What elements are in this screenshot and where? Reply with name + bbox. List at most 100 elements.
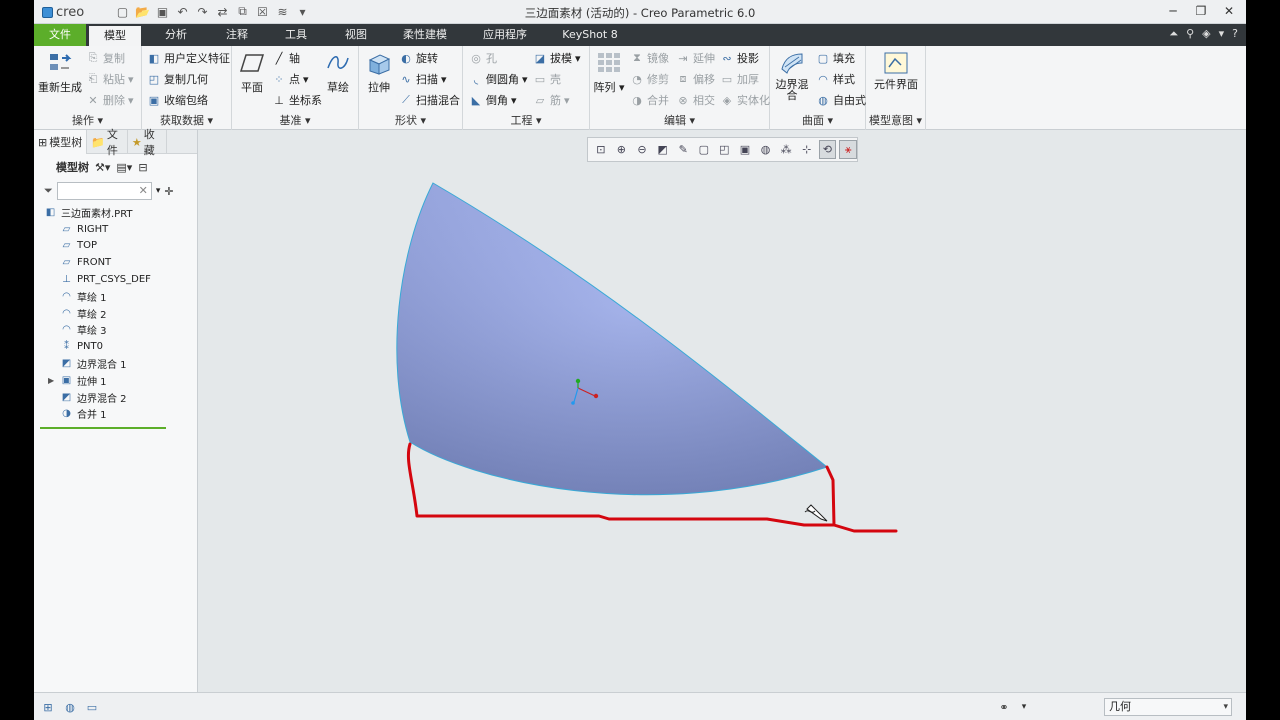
tree-item[interactable]: ⊥ PRT_CSYS_DEF — [34, 271, 197, 288]
intersect-button[interactable]: ⊗ 相交 — [676, 91, 715, 109]
tree-item[interactable]: ▱ FRONT — [34, 254, 197, 271]
tab-flexible-modeling[interactable]: 柔性建模 — [390, 24, 460, 46]
tree-item[interactable]: ◑ 合并 1 — [34, 406, 197, 423]
search-dropdown-icon[interactable]: ▾ — [156, 186, 161, 196]
repaint-icon[interactable]: ◩ — [654, 140, 672, 159]
tab-folder-browser[interactable]: 📁 文件 — [87, 128, 128, 157]
csys-button[interactable]: ⊥ 坐标系 — [272, 91, 322, 109]
tab-keyshot[interactable]: KeyShot 8 — [554, 24, 626, 46]
minimize-icon[interactable]: ─ — [1162, 2, 1184, 20]
show-navigator-icon[interactable]: ⊞ — [40, 699, 56, 715]
dropdown-icon[interactable]: ▾ — [1219, 27, 1225, 41]
pattern-button[interactable]: 阵列 ▾ — [592, 50, 626, 95]
settings-icon[interactable]: ◈ — [1202, 27, 1210, 41]
annotation-display-icon[interactable]: ⊹ — [798, 140, 816, 159]
refit-icon[interactable]: ⊡ — [592, 140, 610, 159]
sweep-button[interactable]: ∿ 扫描 ▾ — [399, 70, 446, 88]
selection-filter-select[interactable]: 几何 ▾ — [1104, 698, 1232, 716]
browser-icon[interactable]: ◍ — [62, 699, 78, 715]
tree-item[interactable]: ▶ ▣ 拉伸 1 — [34, 372, 197, 389]
tree-search-input[interactable]: ✕ — [56, 182, 152, 200]
tree-columns-icon[interactable]: ▤▾ — [116, 161, 132, 174]
graphics-window[interactable] — [199, 130, 1246, 692]
swept-blend-button[interactable]: ⟋ 扫描混合 — [399, 91, 460, 109]
tree-item[interactable]: ▱ RIGHT — [34, 221, 197, 238]
tab-analysis[interactable]: 分析 — [147, 24, 205, 46]
zoom-out-icon[interactable]: ⊖ — [633, 140, 651, 159]
tree-item[interactable]: ◠ 草绘 2 — [34, 305, 197, 322]
paste-button[interactable]: ⎗ 粘贴 ▾ — [86, 70, 134, 88]
zoom-in-icon[interactable]: ⊕ — [613, 140, 631, 159]
shrinkwrap-button[interactable]: ▣ 收缩包络 — [147, 91, 208, 109]
perspective-icon[interactable]: ▣ — [736, 140, 754, 159]
boundary-blend-surface[interactable] — [396, 182, 829, 496]
extrude-button[interactable]: 拉伸 — [363, 50, 395, 95]
tab-tools[interactable]: 工具 — [267, 24, 325, 46]
clear-search-icon[interactable]: ✕ — [139, 184, 148, 197]
expand-arrow-icon[interactable]: ▶ — [48, 376, 56, 385]
group-datum-label[interactable]: 基准 ▾ — [232, 112, 358, 128]
csys-display-icon[interactable]: ⚹ — [839, 140, 857, 159]
trim-button[interactable]: ◔ 修剪 — [630, 70, 669, 88]
display-style-icon[interactable]: ◍ — [757, 140, 775, 159]
round-button[interactable]: ◟ 倒圆角 ▾ — [469, 70, 528, 88]
tree-item[interactable]: ◧ 三边面素材.PRT — [34, 204, 197, 221]
tree-insert-marker[interactable] — [40, 427, 166, 430]
delete-button[interactable]: ✕ 删除 ▾ — [86, 91, 133, 109]
offset-button[interactable]: ⧈ 偏移 — [676, 70, 716, 88]
rib-button[interactable]: ▱ 筋 ▾ — [533, 91, 570, 109]
saved-views-icon[interactable]: ▢ — [695, 140, 713, 159]
reorient-icon[interactable]: ✎ — [674, 140, 692, 159]
mirror-button[interactable]: ⧗ 镜像 — [630, 49, 669, 67]
group-surfaces-label[interactable]: 曲面 ▾ — [770, 112, 865, 128]
restore-icon[interactable]: ❐ — [1190, 2, 1212, 20]
group-editing-label[interactable]: 编辑 ▾ — [590, 112, 769, 128]
search-icon[interactable]: ⚲ — [1186, 27, 1194, 41]
tree-item[interactable]: ◩ 边界混合 1 — [34, 355, 197, 372]
tab-annotate[interactable]: 注释 — [208, 24, 266, 46]
tab-view[interactable]: 视图 — [327, 24, 385, 46]
group-shapes-label[interactable]: 形状 ▾ — [359, 112, 462, 128]
thicken-button[interactable]: ▭ 加厚 — [720, 70, 759, 88]
fill-button[interactable]: ▢ 填充 — [816, 49, 855, 67]
tab-model[interactable]: 模型 — [89, 26, 141, 46]
add-filter-icon[interactable]: ✛ — [164, 185, 173, 198]
axis-button[interactable]: ╱ 轴 — [272, 49, 300, 67]
solidify-button[interactable]: ◈ 实体化 — [720, 91, 770, 109]
tab-file[interactable]: 文件 — [34, 24, 86, 46]
point-button[interactable]: ⁘ 点 ▾ — [272, 70, 308, 88]
minimize-ribbon-icon[interactable]: ⏶ — [1169, 27, 1178, 41]
tab-model-tree[interactable]: ⊞ 模型树 — [34, 130, 88, 154]
group-model-intent-label[interactable]: 模型意图 ▾ — [866, 112, 925, 128]
spin-center-icon[interactable]: ⟲ — [818, 140, 837, 159]
tree-item[interactable]: ⁑ PNT0 — [34, 338, 197, 355]
component-interface-button[interactable]: 元件界面 — [874, 50, 918, 90]
datum-display-icon[interactable]: ⁂ — [777, 140, 795, 159]
draft-button[interactable]: ◪ 拔模 ▾ — [533, 49, 581, 67]
udf-button[interactable]: ◧ 用户定义特征 — [147, 49, 230, 67]
tab-applications[interactable]: 应用程序 — [470, 24, 540, 46]
plane-button[interactable]: 平面 — [236, 50, 268, 95]
regenerate-button[interactable]: 重新生成 — [38, 50, 82, 95]
chamfer-button[interactable]: ◣ 倒角 ▾ — [469, 91, 517, 109]
tab-favorites[interactable]: ★ 收藏 — [128, 128, 167, 157]
find-icon[interactable]: ⚭ — [996, 699, 1012, 715]
graphics-canvas[interactable] — [199, 130, 1246, 692]
view-manager-icon[interactable]: ◰ — [716, 140, 734, 159]
copy-geometry-button[interactable]: ◰ 复制几何 — [147, 70, 208, 88]
tree-item[interactable]: ◠ 草绘 1 — [34, 288, 197, 305]
tree-filter-settings-icon[interactable]: ⊟ — [138, 161, 147, 174]
tree-settings-icon[interactable]: ⚒▾ — [95, 161, 110, 174]
sketch-button[interactable]: 草绘 — [322, 50, 354, 95]
tree-item[interactable]: ◩ 边界混合 2 — [34, 389, 197, 406]
group-operations-label[interactable]: 操作 ▾ — [34, 112, 141, 128]
hole-button[interactable]: ◎ 孔 — [469, 49, 497, 67]
revolve-button[interactable]: ◐ 旋转 — [399, 49, 438, 67]
group-engineering-label[interactable]: 工程 ▾ — [463, 112, 589, 128]
freestyle-button[interactable]: ◍ 自由式 — [816, 91, 866, 109]
merge-button[interactable]: ◑ 合并 — [630, 91, 669, 109]
tree-item[interactable]: ◠ 草绘 3 — [34, 322, 197, 339]
project-button[interactable]: ∾ 投影 — [720, 49, 759, 67]
full-screen-icon[interactable]: ▭ — [84, 699, 100, 715]
boundary-blend-button[interactable]: 边界混合 — [774, 50, 810, 101]
